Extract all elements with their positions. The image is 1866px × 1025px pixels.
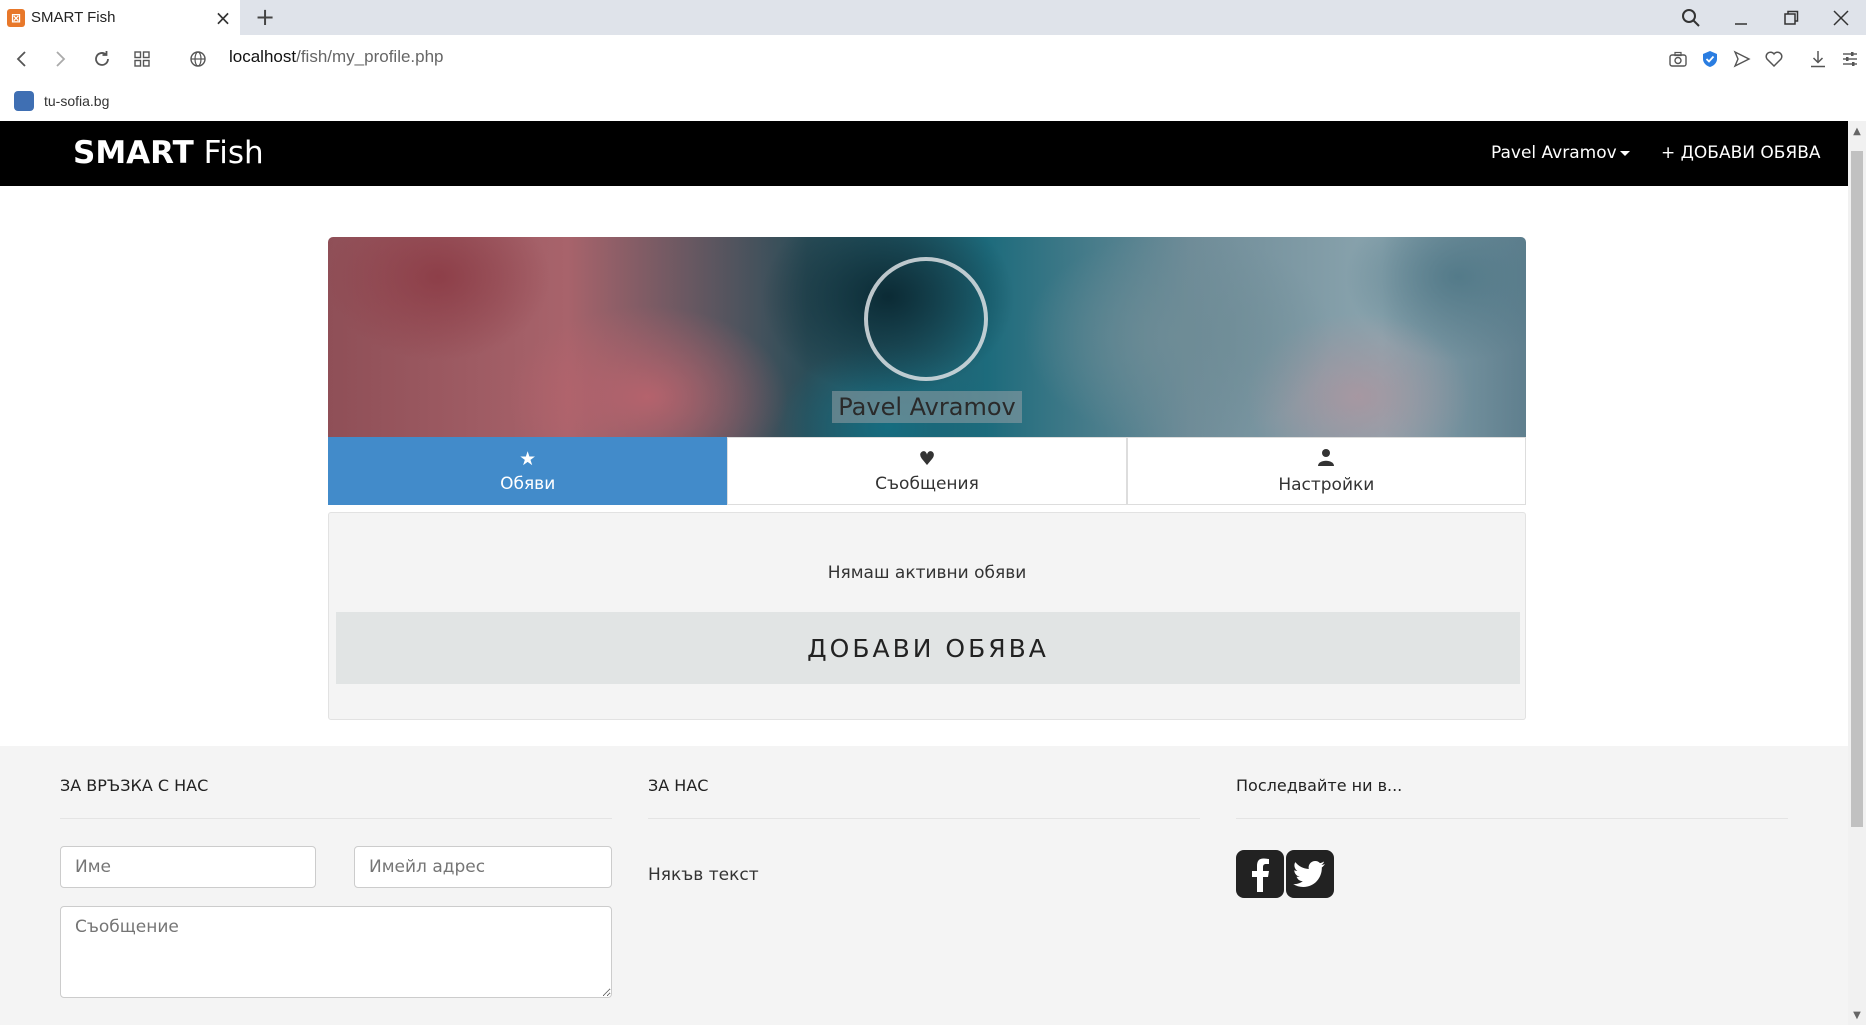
download-icon[interactable] (1802, 43, 1834, 75)
no-ads-text: Нямаш активни обяви (827, 563, 1027, 583)
avatar[interactable] (864, 257, 988, 381)
brand-bold: SMART (73, 135, 194, 171)
restore-icon[interactable] (1766, 0, 1816, 35)
tab-messages[interactable]: ♥ Съобщения (727, 437, 1127, 505)
nav-add-ad-link[interactable]: + ДОБАВИ ОБЯВА (1661, 143, 1821, 163)
url-host: localhost (229, 47, 297, 66)
twitter-icon[interactable] (1286, 850, 1334, 898)
address-bar: localhost/fish/my_profile.php (0, 35, 1866, 83)
site-brand[interactable]: SMART Fish (73, 135, 264, 171)
settings-sliders-icon[interactable] (1834, 43, 1866, 75)
toolbar-icons (1662, 43, 1866, 75)
profile-name-wrapper: Pavel Avramov (328, 391, 1526, 423)
profile-name: Pavel Avramov (832, 391, 1022, 423)
bookmarks-bar: tu-sofia.bg (0, 83, 1866, 121)
caret-down-icon (1619, 150, 1630, 156)
user-icon (1317, 448, 1335, 471)
tab-messages-label: Съобщения (875, 474, 979, 494)
new-tab-icon[interactable]: + (252, 3, 278, 31)
user-name: Pavel Avramov (1491, 143, 1617, 163)
tab-title: SMART Fish (31, 9, 116, 26)
reload-icon[interactable] (86, 43, 118, 75)
page-scrollbar[interactable]: ▲ ▼ (1848, 121, 1866, 1025)
contact-divider (60, 818, 612, 819)
bookmark-tu-sofia[interactable]: tu-sofia.bg (14, 91, 109, 111)
about-text: Някъв текст (648, 865, 759, 885)
tab-ads-label: Обяви (500, 474, 556, 494)
email-field[interactable] (354, 846, 612, 888)
separator (1790, 43, 1802, 75)
tab-ads[interactable]: ★ Обяви (328, 437, 728, 505)
facebook-icon[interactable] (1236, 850, 1284, 898)
url-path: /fish/my_profile.php (296, 47, 444, 66)
about-divider (648, 818, 1200, 819)
send-icon[interactable] (1726, 43, 1758, 75)
window-controls (1666, 0, 1866, 35)
brand-rest: Fish (193, 135, 264, 171)
follow-divider (1236, 818, 1788, 819)
message-field[interactable] (60, 906, 612, 998)
name-field[interactable] (60, 846, 316, 888)
shield-icon[interactable] (1694, 43, 1726, 75)
search-icon[interactable] (1666, 0, 1716, 35)
site-footer: ЗА ВРЪЗКА С НАС ЗА НАС Някъв текст После… (0, 746, 1848, 1025)
add-ad-button[interactable]: ДОБАВИ ОБЯВА (336, 612, 1520, 684)
bookmark-favicon-icon (14, 91, 34, 111)
page-viewport: SMART Fish Pavel Avramov + ДОБАВИ ОБЯВА … (0, 121, 1848, 1025)
user-menu-dropdown[interactable]: Pavel Avramov (1491, 143, 1630, 163)
scroll-down-icon[interactable]: ▼ (1848, 1007, 1866, 1023)
url-field[interactable]: localhost/fish/my_profile.php (229, 47, 444, 67)
ads-panel: Нямаш активни обяви ДОБАВИ ОБЯВА (328, 512, 1526, 720)
profile-tabs: ★ Обяви ♥ Съобщения Настройки (328, 437, 1526, 505)
scroll-thumb[interactable] (1851, 151, 1863, 827)
close-tab-icon[interactable]: × (212, 6, 234, 30)
tiles-icon[interactable] (126, 43, 158, 75)
browser-tabbar: ⊠ SMART Fish × + (0, 0, 1866, 35)
browser-tab[interactable]: ⊠ SMART Fish × (0, 0, 240, 35)
follow-title: Последвайте ни в... (1236, 776, 1403, 795)
star-icon: ★ (519, 448, 537, 470)
xampp-favicon-icon: ⊠ (7, 8, 25, 27)
tab-settings-label: Настройки (1278, 474, 1375, 495)
minimize-icon[interactable] (1716, 0, 1766, 35)
profile-header: Pavel Avramov (328, 237, 1526, 437)
camera-icon[interactable] (1662, 43, 1694, 75)
tab-settings[interactable]: Настройки (1126, 437, 1526, 505)
scroll-up-icon[interactable]: ▲ (1848, 123, 1866, 139)
back-icon[interactable] (6, 43, 38, 75)
bookmark-label: tu-sofia.bg (44, 93, 110, 109)
forward-icon[interactable] (44, 43, 76, 75)
contact-title: ЗА ВРЪЗКА С НАС (60, 776, 209, 795)
close-window-icon[interactable] (1816, 0, 1866, 35)
globe-icon[interactable] (182, 43, 214, 75)
about-title: ЗА НАС (648, 776, 709, 795)
site-navbar: SMART Fish Pavel Avramov + ДОБАВИ ОБЯВА (0, 121, 1848, 186)
heart-outline-icon[interactable] (1758, 43, 1790, 75)
heart-icon: ♥ (918, 448, 936, 470)
